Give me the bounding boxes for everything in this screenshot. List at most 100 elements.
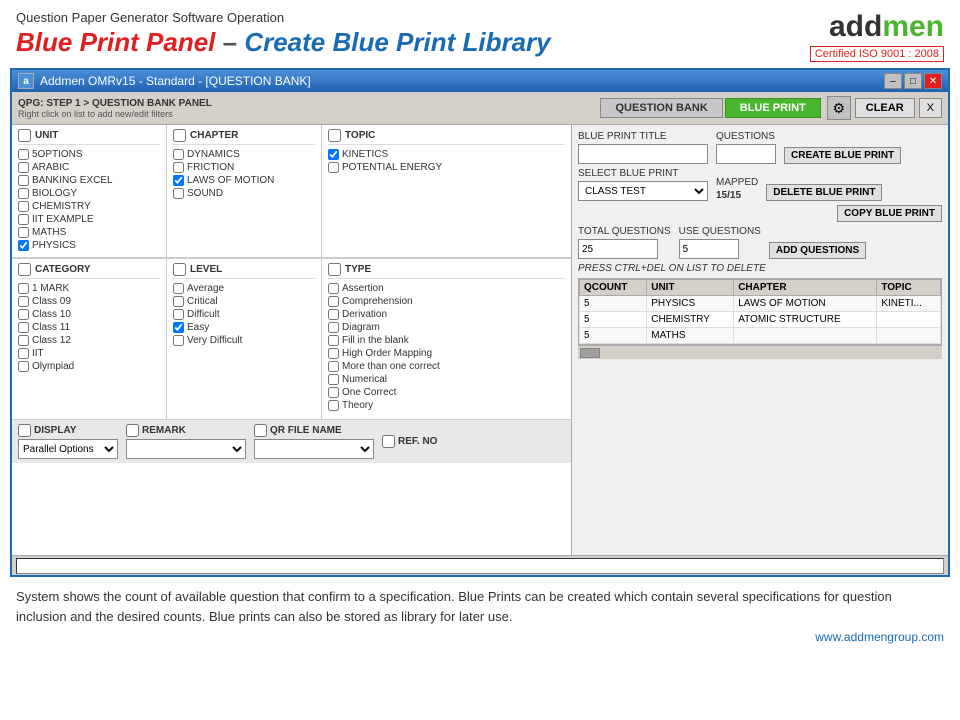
maximize-button[interactable]: □: [904, 73, 922, 89]
ty-fill[interactable]: [328, 335, 339, 346]
display-checkbox[interactable]: [18, 424, 31, 437]
cat-1mark[interactable]: [18, 283, 29, 294]
tab-question-bank[interactable]: QUESTION BANK: [600, 98, 722, 118]
col-unit: UNIT: [647, 280, 734, 296]
bp-select-dropdown[interactable]: CLASS TEST: [578, 181, 708, 201]
unit-iit[interactable]: [18, 214, 29, 225]
topic-checkbox[interactable]: [328, 129, 341, 142]
list-item: DYNAMICS: [173, 149, 315, 160]
unit-title: UNIT: [35, 130, 58, 141]
lv-vdifficult[interactable]: [173, 335, 184, 346]
delete-blueprint-button[interactable]: DELETE BLUE PRINT: [766, 184, 882, 201]
ty-hom[interactable]: [328, 348, 339, 359]
unit-chemistry[interactable]: [18, 201, 29, 212]
ty-numerical[interactable]: [328, 374, 339, 385]
chapter-title: CHAPTER: [190, 130, 238, 141]
clear-button[interactable]: CLEAR: [855, 98, 915, 118]
topic-kinetics[interactable]: [328, 149, 339, 160]
add-questions-button[interactable]: ADD QUESTIONS: [769, 242, 866, 259]
ty-onecorrect[interactable]: [328, 387, 339, 398]
ch-sound[interactable]: [173, 188, 184, 199]
ty-mtoc[interactable]: [328, 361, 339, 372]
cat-class12[interactable]: [18, 335, 29, 346]
list-item: High Order Mapping: [328, 348, 565, 359]
qr-select[interactable]: [254, 439, 374, 459]
remark-select[interactable]: [126, 439, 246, 459]
ty-diagram[interactable]: [328, 322, 339, 333]
unit-arabic[interactable]: [18, 162, 29, 173]
ch-dynamics[interactable]: [173, 149, 184, 160]
remark-checkbox[interactable]: [126, 424, 139, 437]
unit-biology[interactable]: [18, 188, 29, 199]
unit-maths[interactable]: [18, 227, 29, 238]
category-checkbox[interactable]: [18, 263, 31, 276]
list-item: KINETICS: [328, 149, 565, 160]
table-scrollbar[interactable]: [578, 345, 942, 359]
cat-class09[interactable]: [18, 296, 29, 307]
cat-class10[interactable]: [18, 309, 29, 320]
level-checkbox[interactable]: [173, 263, 186, 276]
list-item: Class 09: [18, 296, 160, 307]
unit-5options[interactable]: [18, 149, 29, 160]
chapter-filter-header: CHAPTER: [173, 129, 315, 145]
cell-unit: PHYSICS: [647, 296, 734, 312]
qr-checkbox[interactable]: [254, 424, 267, 437]
type-items: Assertion Comprehension Derivation Diagr…: [328, 283, 565, 411]
list-item: LAWS OF MOTION: [173, 175, 315, 186]
bp-row3: COPY BLUE PRINT: [578, 205, 942, 222]
unit-checkbox[interactable]: [18, 129, 31, 142]
list-item: Critical: [173, 296, 315, 307]
create-blueprint-button[interactable]: CREATE BLUE PRINT: [784, 147, 901, 164]
left-panel: UNIT 5OPTIONS ARABIC BANKING EXCEL BIOLO…: [12, 125, 572, 555]
level-title: LEVEL: [190, 264, 222, 275]
cell-chapter: LAWS OF MOTION: [734, 296, 877, 312]
category-title: CATEGORY: [35, 264, 91, 275]
scrollbar-thumb[interactable]: [580, 348, 600, 358]
ch-friction[interactable]: [173, 162, 184, 173]
cat-iit[interactable]: [18, 348, 29, 359]
ty-assertion[interactable]: [328, 283, 339, 294]
title-red: Blue Print Panel: [16, 27, 215, 57]
display-select[interactable]: Parallel Options Sequential Random: [18, 439, 118, 459]
status-input[interactable]: [16, 558, 944, 574]
unit-physics[interactable]: [18, 240, 29, 251]
lv-difficult[interactable]: [173, 309, 184, 320]
display-item: DISPLAY Parallel Options Sequential Rand…: [18, 424, 118, 459]
list-item: BIOLOGY: [18, 188, 160, 199]
topic-potential[interactable]: [328, 162, 339, 173]
lv-average[interactable]: [173, 283, 184, 294]
bp-questions-input[interactable]: [716, 144, 776, 164]
chapter-checkbox[interactable]: [173, 129, 186, 142]
type-checkbox[interactable]: [328, 263, 341, 276]
remark-label: REMARK: [142, 425, 186, 436]
bp-title-input[interactable]: [578, 144, 708, 164]
close-x-button[interactable]: X: [919, 98, 942, 118]
ty-comprehension[interactable]: [328, 296, 339, 307]
close-button[interactable]: ✕: [924, 73, 942, 89]
copy-blueprint-button[interactable]: COPY BLUE PRINT: [837, 205, 942, 222]
bp-useq-input[interactable]: [679, 239, 739, 259]
bp-title-label: BLUE PRINT TITLE: [578, 131, 708, 142]
lv-critical[interactable]: [173, 296, 184, 307]
topic-items: KINETICS POTENTIAL ENERGY: [328, 149, 565, 173]
ch-laws[interactable]: [173, 175, 184, 186]
bp-table: QCOUNT UNIT CHAPTER TOPIC 5 PHYSICS LAWS…: [579, 279, 941, 344]
bp-totalq-input[interactable]: [578, 239, 658, 259]
ty-theory[interactable]: [328, 400, 339, 411]
ty-derivation[interactable]: [328, 309, 339, 320]
ref-checkbox[interactable]: [382, 435, 395, 448]
minimize-button[interactable]: –: [884, 73, 902, 89]
tab-blue-print[interactable]: BLUE PRINT: [725, 98, 821, 118]
lv-easy[interactable]: [173, 322, 184, 333]
table-row: 5 PHYSICS LAWS OF MOTION KINETI...: [580, 296, 941, 312]
footer-website: www.addmengroup.com: [16, 630, 944, 644]
cat-class11[interactable]: [18, 322, 29, 333]
main-content: UNIT 5OPTIONS ARABIC BANKING EXCEL BIOLO…: [12, 125, 948, 555]
gear-icon[interactable]: ⚙: [827, 96, 851, 120]
list-item: Derivation: [328, 309, 565, 320]
unit-banking[interactable]: [18, 175, 29, 186]
cat-olympiad[interactable]: [18, 361, 29, 372]
breadcrumb: QPG: STEP 1 > QUESTION BANK PANEL: [18, 98, 594, 109]
unit-items: 5OPTIONS ARABIC BANKING EXCEL BIOLOGY CH…: [18, 149, 160, 251]
bp-add-col: ADD QUESTIONS: [769, 242, 866, 259]
